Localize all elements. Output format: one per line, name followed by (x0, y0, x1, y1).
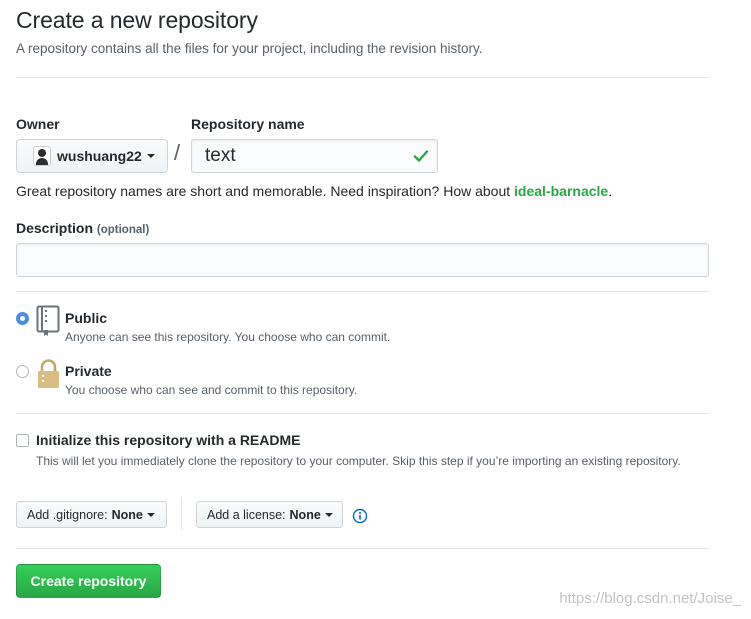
lock-icon (38, 359, 59, 388)
owner-select-button[interactable]: wushuang22 (16, 139, 168, 173)
hint-end: . (608, 183, 613, 199)
check-icon (413, 150, 429, 162)
owner-label: Owner (16, 116, 60, 132)
create-repo-page: Create a new repository A repository con… (0, 0, 751, 619)
public-title: Public (65, 310, 108, 326)
private-title: Private (65, 363, 112, 379)
gitignore-value: None (111, 507, 143, 522)
page-title: Create a new repository (16, 7, 258, 33)
divider (16, 77, 709, 78)
init-readme-note: This will let you immediately clone the … (36, 454, 681, 468)
divider (181, 498, 182, 530)
private-note: You choose who can see and commit to thi… (65, 383, 358, 397)
gitignore-select-button[interactable]: Add .gitignore: None (16, 501, 167, 528)
info-icon[interactable] (352, 508, 368, 524)
public-radio[interactable] (16, 312, 29, 325)
divider (16, 291, 709, 292)
repo-name-hint: Great repository names are short and mem… (16, 183, 612, 199)
init-readme-title: Initialize this repository with a README (36, 432, 301, 448)
description-label: Description (optional) (16, 220, 149, 236)
public-note: Anyone can see this repository. You choo… (65, 330, 391, 344)
chevron-down-icon (146, 512, 155, 517)
gitignore-label: Add .gitignore: (27, 507, 108, 522)
license-value: None (289, 507, 321, 522)
license-label: Add a license: (207, 507, 286, 522)
owner-repo-separator: / (174, 140, 181, 165)
watermark: https://blog.csdn.net/Joise_ (559, 590, 741, 607)
divider (16, 413, 709, 414)
license-select-button[interactable]: Add a license: None (196, 501, 343, 528)
create-repository-button[interactable]: Create repository (16, 564, 161, 598)
owner-value: wushuang22 (57, 148, 142, 164)
chevron-down-icon (324, 512, 333, 517)
chevron-down-icon (146, 154, 155, 158)
avatar (33, 146, 51, 166)
repo-name-input[interactable] (191, 139, 438, 173)
optional-tag: (optional) (96, 224, 150, 236)
divider (16, 548, 709, 549)
init-readme-checkbox[interactable] (16, 434, 29, 447)
name-suggestion-link[interactable]: ideal-barnacle (514, 183, 608, 199)
repo-name-label: Repository name (191, 116, 305, 132)
repo-book-icon (36, 305, 60, 336)
description-input[interactable] (16, 243, 709, 277)
page-subtitle: A repository contains all the files for … (16, 41, 483, 56)
private-radio[interactable] (16, 365, 29, 378)
description-label-text: Description (16, 220, 94, 236)
hint-text: Great repository names are short and mem… (16, 183, 515, 199)
